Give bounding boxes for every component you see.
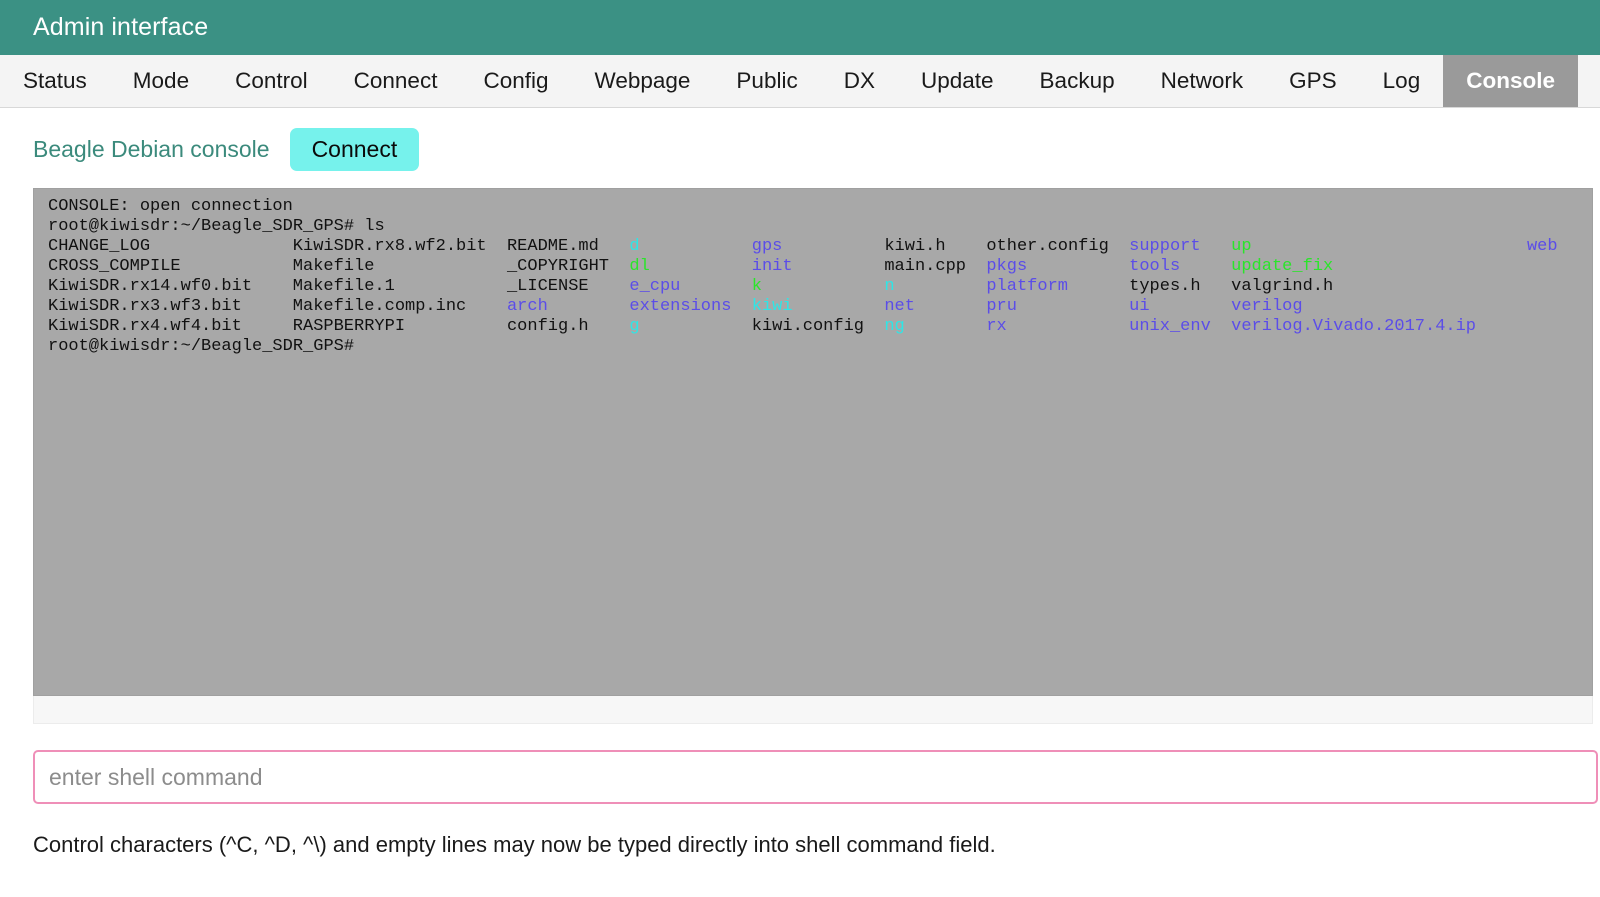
page-title: Admin interface [33, 13, 209, 41]
tab-console[interactable]: Console [1443, 55, 1578, 107]
terminal-entry: web [1526, 237, 1558, 257]
terminal-entry: Makefile [292, 257, 375, 277]
terminal-entry: KiwiSDR.rx8.wf2.bit [292, 237, 487, 257]
shell-command-row [33, 750, 1600, 805]
terminal-entry: _LICENSE [506, 277, 589, 297]
terminal-entry: e_cpu [629, 277, 681, 297]
terminal-entry: tools [1129, 257, 1181, 277]
terminal-entry: update_fix [1231, 257, 1334, 277]
terminal-line: KiwiSDR.rx3.wf3.bit Makefile.comp.inc arch… [48, 297, 1592, 317]
terminal-entry: support [1129, 237, 1201, 257]
terminal-entry: CONSOLE: open connection [48, 197, 293, 217]
terminal-text: CONSOLE: open connection root@kiwisdr:~/B… [34, 189, 1592, 357]
terminal-entry: CROSS_COMPILE [48, 257, 181, 277]
help-text: Control characters (^C, ^D, ^\) and empt… [33, 832, 996, 858]
tab-control[interactable]: Control [212, 55, 331, 107]
terminal-entry: KiwiSDR.rx4.wf4.bit [48, 317, 242, 337]
tab-webpage[interactable]: Webpage [572, 55, 714, 107]
connect-button[interactable]: Connect [289, 128, 420, 172]
terminal-entry: root@kiwisdr:~/Beagle_SDR_GPS# [48, 337, 355, 357]
terminal-line: root@kiwisdr:~/Beagle_SDR_GPS# [48, 337, 1592, 357]
terminal-entry: KiwiSDR.rx3.wf3.bit [48, 297, 242, 317]
console-header: Beagle Debian console Connect [0, 108, 1600, 172]
terminal-entry: Makefile.comp.inc [292, 297, 467, 317]
terminal-entry: other.config [986, 237, 1109, 257]
terminal-entry: pkgs [986, 257, 1028, 277]
terminal-entry: up [1231, 237, 1252, 257]
terminal-entry: arch [506, 297, 548, 317]
terminal-entry: RASPBERRYPI [292, 317, 406, 337]
terminal-entry: dl [629, 257, 650, 277]
tab-dx[interactable]: DX [821, 55, 898, 107]
terminal-entry: verilog [1231, 297, 1303, 317]
terminal-line: KiwiSDR.rx14.wf0.bit Makefile.1 _LICENSE e_… [48, 277, 1592, 297]
terminal-line: CHANGE_LOG KiwiSDR.rx8.wf2.bit README.md d g… [48, 237, 1592, 257]
terminal-entry: CHANGE_LOG [48, 237, 151, 257]
terminal-entry: kiwi.h [884, 237, 946, 257]
tab-mode[interactable]: Mode [110, 55, 212, 107]
admin-tab-bar: Status Mode Control Connect Config Webpage Pub… [0, 55, 1600, 108]
terminal-entry: root@kiwisdr:~/Beagle_SDR_GPS# ls [48, 217, 385, 237]
tab-gps[interactable]: GPS [1266, 55, 1360, 107]
terminal-entry: d [629, 237, 640, 257]
terminal-entry: platform [986, 277, 1068, 297]
terminal-entry: rx [986, 317, 1007, 337]
tab-status[interactable]: Status [0, 55, 110, 107]
terminal-line: root@kiwisdr:~/Beagle_SDR_GPS# ls [48, 217, 1592, 237]
terminal-entry: ui [1129, 297, 1150, 317]
terminal-entry: unix_env [1129, 317, 1211, 337]
terminal-scroll-strip[interactable] [33, 696, 1593, 725]
terminal-entry: valgrind.h [1231, 277, 1334, 297]
tab-ext[interactable]: Ext [1578, 55, 1600, 107]
terminal-entry: init [751, 257, 793, 277]
terminal-entry: extensions [629, 297, 732, 317]
terminal-line: CONSOLE: open connection [48, 197, 1592, 217]
terminal-output-panel[interactable]: CONSOLE: open connection root@kiwisdr:~/B… [33, 188, 1593, 697]
terminal-line: KiwiSDR.rx4.wf4.bit RASPBERRYPI config.h g k… [48, 317, 1592, 337]
title-bar: Admin interface [0, 0, 1600, 55]
terminal-entry: net [884, 297, 915, 317]
terminal-entry: _COPYRIGHT [506, 257, 610, 277]
terminal-entry: kiwi.config [751, 317, 864, 337]
terminal-entry: k [751, 277, 762, 297]
terminal-entry: main.cpp [884, 257, 966, 277]
tab-public[interactable]: Public [713, 55, 820, 107]
terminal-entry: pru [986, 297, 1017, 317]
terminal-entry: n [884, 277, 895, 297]
shell-command-input[interactable] [33, 750, 1598, 805]
terminal-entry: Makefile.1 [292, 277, 395, 297]
tab-log[interactable]: Log [1360, 55, 1444, 107]
terminal-entry: README.md [506, 237, 599, 257]
terminal-entry: types.h [1129, 277, 1201, 297]
terminal-entry: gps [751, 237, 783, 257]
terminal-entry: g [629, 317, 640, 337]
terminal-line: CROSS_COMPILE Makefile _COPYRIGHT dl init mai… [48, 257, 1592, 277]
terminal-entry: verilog.Vivado.2017.4.ip [1231, 317, 1476, 337]
tab-update[interactable]: Update [898, 55, 1017, 107]
terminal-entry: kiwi [751, 297, 793, 317]
tab-connect[interactable]: Connect [331, 55, 461, 107]
terminal-entry: KiwiSDR.rx14.wf0.bit [48, 277, 253, 297]
terminal-entry: ng [884, 317, 905, 337]
tab-config[interactable]: Config [460, 55, 571, 107]
terminal-entry: config.h [506, 317, 589, 337]
console-label: Beagle Debian console [33, 136, 270, 163]
tab-network[interactable]: Network [1138, 55, 1267, 107]
tab-backup[interactable]: Backup [1017, 55, 1138, 107]
